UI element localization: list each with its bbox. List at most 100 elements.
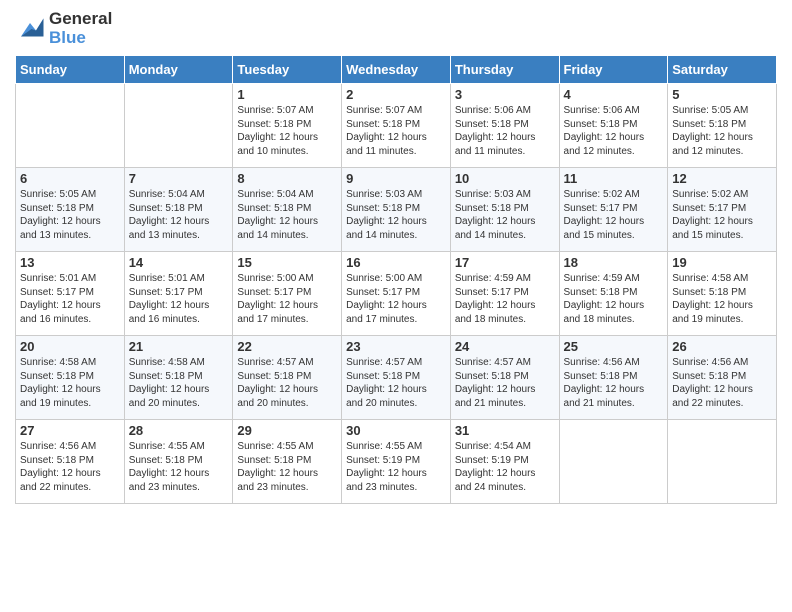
day-cell — [559, 420, 668, 504]
calendar-table: SundayMondayTuesdayWednesdayThursdayFrid… — [15, 55, 777, 504]
day-info: Sunrise: 5:00 AM Sunset: 5:17 PM Dayligh… — [237, 272, 337, 326]
day-number: 15 — [237, 255, 337, 270]
day-info: Sunrise: 4:59 AM Sunset: 5:18 PM Dayligh… — [564, 272, 664, 326]
day-number: 1 — [237, 87, 337, 102]
page: General Blue SundayMondayTuesdayWednesda… — [0, 0, 792, 612]
day-cell: 20 Sunrise: 4:58 AM Sunset: 5:18 PM Dayli… — [16, 336, 125, 420]
day-cell: 23 Sunrise: 4:57 AM Sunset: 5:18 PM Dayli… — [342, 336, 451, 420]
day-number: 17 — [455, 255, 555, 270]
day-cell: 12 Sunrise: 5:02 AM Sunset: 5:17 PM Dayli… — [668, 168, 777, 252]
column-header-wednesday: Wednesday — [342, 56, 451, 84]
day-number: 13 — [20, 255, 120, 270]
logo-text: General Blue — [49, 10, 112, 47]
day-cell — [16, 84, 125, 168]
day-info: Sunrise: 4:56 AM Sunset: 5:18 PM Dayligh… — [564, 356, 664, 410]
day-cell: 15 Sunrise: 5:00 AM Sunset: 5:17 PM Dayli… — [233, 252, 342, 336]
day-number: 25 — [564, 339, 664, 354]
day-info: Sunrise: 5:06 AM Sunset: 5:18 PM Dayligh… — [564, 104, 664, 158]
day-cell: 19Sunrise: 4:58 AM Sunset: 5:18 PM Dayli… — [668, 252, 777, 336]
day-cell: 1 Sunrise: 5:07 AM Sunset: 5:18 PM Daylig… — [233, 84, 342, 168]
day-number: 7 — [129, 171, 229, 186]
day-info: Sunrise: 5:01 AM Sunset: 5:17 PM Dayligh… — [20, 272, 120, 326]
day-info: Sunrise: 5:05 AM Sunset: 5:18 PM Dayligh… — [672, 104, 772, 158]
day-cell: 8Sunrise: 5:04 AM Sunset: 5:18 PM Daylig… — [233, 168, 342, 252]
day-info: Sunrise: 4:54 AM Sunset: 5:19 PM Dayligh… — [455, 440, 555, 494]
day-cell: 14 Sunrise: 5:01 AM Sunset: 5:17 PM Dayli… — [124, 252, 233, 336]
day-cell: 24Sunrise: 4:57 AM Sunset: 5:18 PM Dayli… — [450, 336, 559, 420]
day-info: Sunrise: 4:58 AM Sunset: 5:18 PM Dayligh… — [672, 272, 772, 326]
day-cell: 4 Sunrise: 5:06 AM Sunset: 5:18 PM Daylig… — [559, 84, 668, 168]
day-info: Sunrise: 4:58 AM Sunset: 5:18 PM Dayligh… — [20, 356, 120, 410]
day-number: 11 — [564, 171, 664, 186]
day-info: Sunrise: 5:05 AM Sunset: 5:18 PM Dayligh… — [20, 188, 120, 242]
week-row-4: 20 Sunrise: 4:58 AM Sunset: 5:18 PM Dayli… — [16, 336, 777, 420]
day-info: Sunrise: 5:04 AM Sunset: 5:18 PM Dayligh… — [237, 188, 337, 242]
day-number: 14 — [129, 255, 229, 270]
day-cell: 29Sunrise: 4:55 AM Sunset: 5:18 PM Dayli… — [233, 420, 342, 504]
day-number: 29 — [237, 423, 337, 438]
column-header-tuesday: Tuesday — [233, 56, 342, 84]
day-cell: 18 Sunrise: 4:59 AM Sunset: 5:18 PM Dayli… — [559, 252, 668, 336]
day-cell: 22 Sunrise: 4:57 AM Sunset: 5:18 PM Dayli… — [233, 336, 342, 420]
day-info: Sunrise: 4:57 AM Sunset: 5:18 PM Dayligh… — [346, 356, 446, 410]
column-header-friday: Friday — [559, 56, 668, 84]
day-info: Sunrise: 5:02 AM Sunset: 5:17 PM Dayligh… — [672, 188, 772, 242]
day-info: Sunrise: 4:57 AM Sunset: 5:18 PM Dayligh… — [455, 356, 555, 410]
day-cell: 7Sunrise: 5:04 AM Sunset: 5:18 PM Daylig… — [124, 168, 233, 252]
day-info: Sunrise: 5:02 AM Sunset: 5:17 PM Dayligh… — [564, 188, 664, 242]
day-cell: 6Sunrise: 5:05 AM Sunset: 5:18 PM Daylig… — [16, 168, 125, 252]
day-cell — [124, 84, 233, 168]
day-number: 2 — [346, 87, 446, 102]
day-cell: 21Sunrise: 4:58 AM Sunset: 5:18 PM Dayli… — [124, 336, 233, 420]
header: General Blue — [15, 10, 777, 47]
day-info: Sunrise: 5:07 AM Sunset: 5:18 PM Dayligh… — [237, 104, 337, 158]
day-number: 26 — [672, 339, 772, 354]
day-info: Sunrise: 5:06 AM Sunset: 5:18 PM Dayligh… — [455, 104, 555, 158]
column-header-thursday: Thursday — [450, 56, 559, 84]
day-cell: 28 Sunrise: 4:55 AM Sunset: 5:18 PM Dayli… — [124, 420, 233, 504]
day-number: 22 — [237, 339, 337, 354]
column-header-saturday: Saturday — [668, 56, 777, 84]
day-cell — [668, 420, 777, 504]
day-number: 21 — [129, 339, 229, 354]
day-info: Sunrise: 4:55 AM Sunset: 5:18 PM Dayligh… — [129, 440, 229, 494]
day-info: Sunrise: 4:55 AM Sunset: 5:19 PM Dayligh… — [346, 440, 446, 494]
day-info: Sunrise: 5:00 AM Sunset: 5:17 PM Dayligh… — [346, 272, 446, 326]
day-number: 28 — [129, 423, 229, 438]
day-cell: 25 Sunrise: 4:56 AM Sunset: 5:18 PM Dayli… — [559, 336, 668, 420]
day-cell: 3 Sunrise: 5:06 AM Sunset: 5:18 PM Daylig… — [450, 84, 559, 168]
day-number: 3 — [455, 87, 555, 102]
day-info: Sunrise: 4:56 AM Sunset: 5:18 PM Dayligh… — [20, 440, 120, 494]
day-cell: 11 Sunrise: 5:02 AM Sunset: 5:17 PM Dayli… — [559, 168, 668, 252]
logo-icon — [15, 15, 45, 43]
day-cell: 17 Sunrise: 4:59 AM Sunset: 5:17 PM Dayli… — [450, 252, 559, 336]
day-cell: 26Sunrise: 4:56 AM Sunset: 5:18 PM Dayli… — [668, 336, 777, 420]
day-cell: 10Sunrise: 5:03 AM Sunset: 5:18 PM Dayli… — [450, 168, 559, 252]
day-number: 5 — [672, 87, 772, 102]
day-number: 16 — [346, 255, 446, 270]
header-row: SundayMondayTuesdayWednesdayThursdayFrid… — [16, 56, 777, 84]
day-info: Sunrise: 4:57 AM Sunset: 5:18 PM Dayligh… — [237, 356, 337, 410]
day-info: Sunrise: 5:03 AM Sunset: 5:18 PM Dayligh… — [346, 188, 446, 242]
day-info: Sunrise: 5:07 AM Sunset: 5:18 PM Dayligh… — [346, 104, 446, 158]
week-row-3: 13 Sunrise: 5:01 AM Sunset: 5:17 PM Dayli… — [16, 252, 777, 336]
day-number: 10 — [455, 171, 555, 186]
day-info: Sunrise: 5:01 AM Sunset: 5:17 PM Dayligh… — [129, 272, 229, 326]
day-number: 12 — [672, 171, 772, 186]
day-cell: 9Sunrise: 5:03 AM Sunset: 5:18 PM Daylig… — [342, 168, 451, 252]
week-row-1: 1 Sunrise: 5:07 AM Sunset: 5:18 PM Daylig… — [16, 84, 777, 168]
day-number: 30 — [346, 423, 446, 438]
week-row-5: 27Sunrise: 4:56 AM Sunset: 5:18 PM Dayli… — [16, 420, 777, 504]
day-number: 18 — [564, 255, 664, 270]
day-cell: 13 Sunrise: 5:01 AM Sunset: 5:17 PM Dayli… — [16, 252, 125, 336]
day-cell: 16 Sunrise: 5:00 AM Sunset: 5:17 PM Dayli… — [342, 252, 451, 336]
day-number: 31 — [455, 423, 555, 438]
day-number: 4 — [564, 87, 664, 102]
day-cell: 5 Sunrise: 5:05 AM Sunset: 5:18 PM Daylig… — [668, 84, 777, 168]
day-number: 20 — [20, 339, 120, 354]
logo: General Blue — [15, 10, 112, 47]
day-cell: 2 Sunrise: 5:07 AM Sunset: 5:18 PM Daylig… — [342, 84, 451, 168]
day-info: Sunrise: 4:59 AM Sunset: 5:17 PM Dayligh… — [455, 272, 555, 326]
day-number: 23 — [346, 339, 446, 354]
day-cell: 30 Sunrise: 4:55 AM Sunset: 5:19 PM Dayli… — [342, 420, 451, 504]
